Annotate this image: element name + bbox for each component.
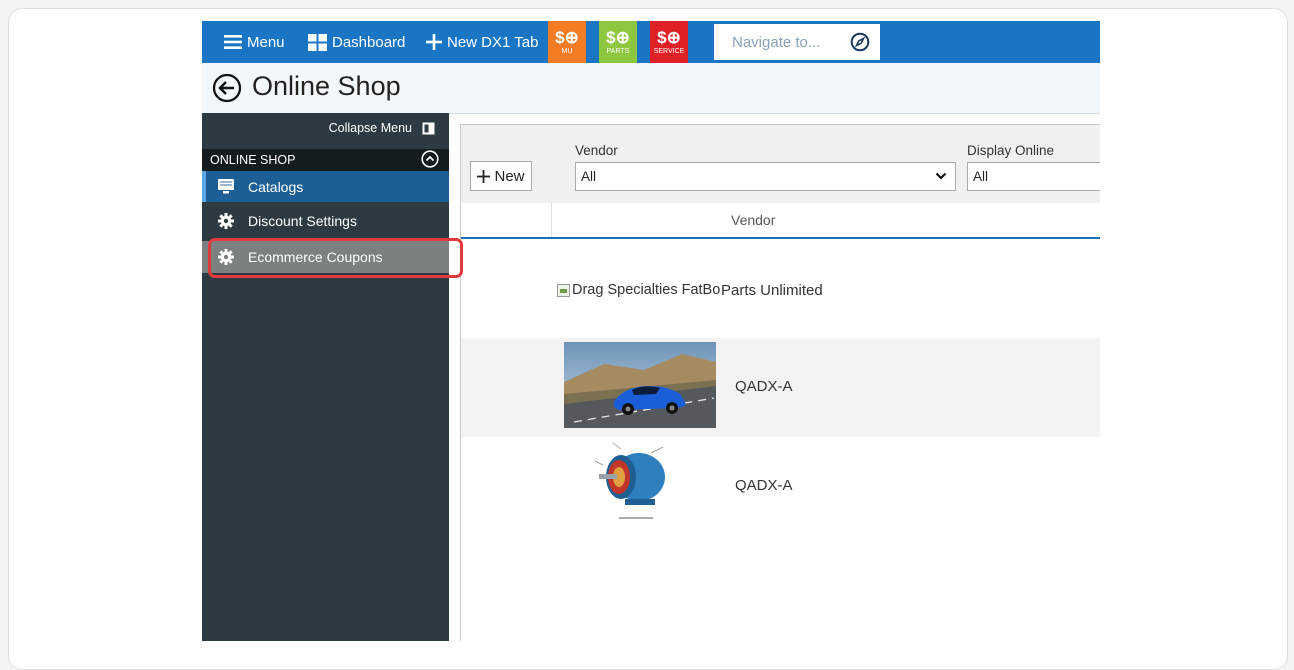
new-tab-label: New DX1 Tab (447, 33, 539, 51)
dollar-plus-icon: $⊕ (555, 27, 579, 47)
blue-sports-car-thumbnail (564, 342, 716, 428)
plus-icon (426, 34, 442, 50)
dollar-plus-icon: $⊕ (657, 27, 681, 47)
table-header: Vendor (461, 203, 1100, 239)
table-row[interactable]: QADX-A (461, 338, 1100, 437)
display-online-select-value: All (973, 169, 989, 184)
tile-service[interactable]: $⊕ SERVICE (650, 21, 688, 63)
sidebar-item-discount-settings[interactable]: Discount Settings (202, 205, 449, 236)
vendor-filter-label: Vendor (575, 143, 618, 158)
back-arrow-icon[interactable] (212, 73, 242, 103)
collapse-menu-label: Collapse Menu (328, 121, 412, 135)
vendor-select[interactable]: All (575, 162, 956, 191)
table-row[interactable]: QADX-A (461, 437, 1100, 536)
new-button[interactable]: New (470, 161, 532, 191)
row-vendor: QADX-A (735, 477, 793, 494)
filter-bar: New Vendor All Display Online All (461, 125, 1100, 204)
tile-parts-caption: PARTS (606, 47, 630, 55)
chevron-down-icon (935, 172, 947, 180)
row-vendor: Parts Unlimited (721, 282, 823, 299)
highlight-box (208, 238, 463, 278)
sidebar: Collapse Menu ONLINE SHOP Catalogs Disco… (202, 113, 449, 641)
section-label: ONLINE SHOP (210, 153, 296, 167)
top-navigation-bar: Menu Dashboard New DX1 Tab $⊕ MU $⊕ PART… (202, 21, 1100, 63)
row-vendor: QADX-A (735, 378, 793, 395)
new-button-label: New (494, 167, 525, 185)
collapse-panel-icon (422, 122, 435, 134)
table-header-blank (461, 203, 552, 237)
plus-icon (477, 169, 491, 183)
tile-mu[interactable]: $⊕ MU (548, 21, 586, 63)
compass-icon[interactable] (850, 32, 870, 52)
page-title: Online Shop (252, 71, 401, 101)
dollar-plus-icon: $⊕ (606, 27, 630, 47)
tile-service-caption: SERVICE (653, 47, 685, 55)
collapse-menu-button[interactable]: Collapse Menu (329, 121, 435, 135)
menu-label: Menu (247, 33, 285, 51)
sidebar-item-label: Discount Settings (248, 212, 357, 229)
chevron-up-circle-icon[interactable] (421, 150, 439, 168)
sidebar-item-label: Catalogs (248, 178, 304, 195)
gear-icon (218, 212, 234, 229)
broken-image-icon (557, 283, 570, 297)
app-window: Menu Dashboard New DX1 Tab $⊕ MU $⊕ PART… (202, 21, 1100, 641)
broken-image-placeholder: Drag Specialties FatBo (557, 282, 720, 298)
section-header-online-shop[interactable]: ONLINE SHOP (202, 149, 449, 171)
main-content: New Vendor All Display Online All Vendor… (460, 124, 1100, 641)
menu-button[interactable]: Menu (224, 21, 285, 63)
display-online-filter-label: Display Online (967, 143, 1055, 158)
sidebar-item-catalogs[interactable]: Catalogs (202, 171, 449, 202)
navigate-placeholder: Navigate to... (732, 33, 821, 51)
dashboard-button[interactable]: Dashboard (308, 21, 405, 63)
tile-parts[interactable]: $⊕ PARTS (599, 21, 637, 63)
navigate-input[interactable]: Navigate to... (714, 24, 880, 60)
electric-motor-diagram-thumbnail (591, 441, 681, 525)
column-header-vendor[interactable]: Vendor (731, 212, 775, 228)
tile-mu-caption: MU (561, 47, 573, 55)
page-header: Online Shop (202, 63, 1100, 114)
hamburger-icon (224, 35, 242, 49)
dashboard-grid-icon (308, 33, 327, 51)
display-online-select[interactable]: All (967, 162, 1100, 191)
dashboard-label: Dashboard (332, 33, 406, 51)
table-row[interactable]: Drag Specialties FatBo Parts Unlimited (461, 239, 1100, 338)
row-image-alt: Drag Specialties FatBo (572, 282, 721, 298)
vendor-select-value: All (581, 169, 597, 184)
new-tab-button[interactable]: New DX1 Tab (426, 21, 538, 63)
catalog-icon (218, 179, 234, 195)
